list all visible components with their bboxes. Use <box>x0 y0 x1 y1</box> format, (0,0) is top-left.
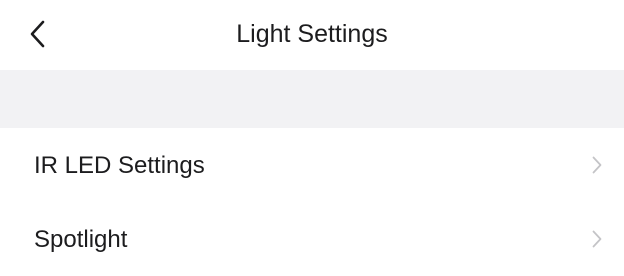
list-item-label: Spotlight <box>34 226 128 253</box>
list-item-label: IR LED Settings <box>34 152 205 179</box>
chevron-right-icon <box>592 230 602 248</box>
page-title: Light Settings <box>236 20 388 48</box>
settings-list: IR LED Settings Spotlight <box>0 128 624 276</box>
list-item-ir-led-settings[interactable]: IR LED Settings <box>0 128 624 202</box>
chevron-right-icon <box>592 156 602 174</box>
list-item-spotlight[interactable]: Spotlight <box>0 202 624 276</box>
navigation-bar: Light Settings <box>0 0 624 70</box>
section-separator <box>0 70 624 128</box>
